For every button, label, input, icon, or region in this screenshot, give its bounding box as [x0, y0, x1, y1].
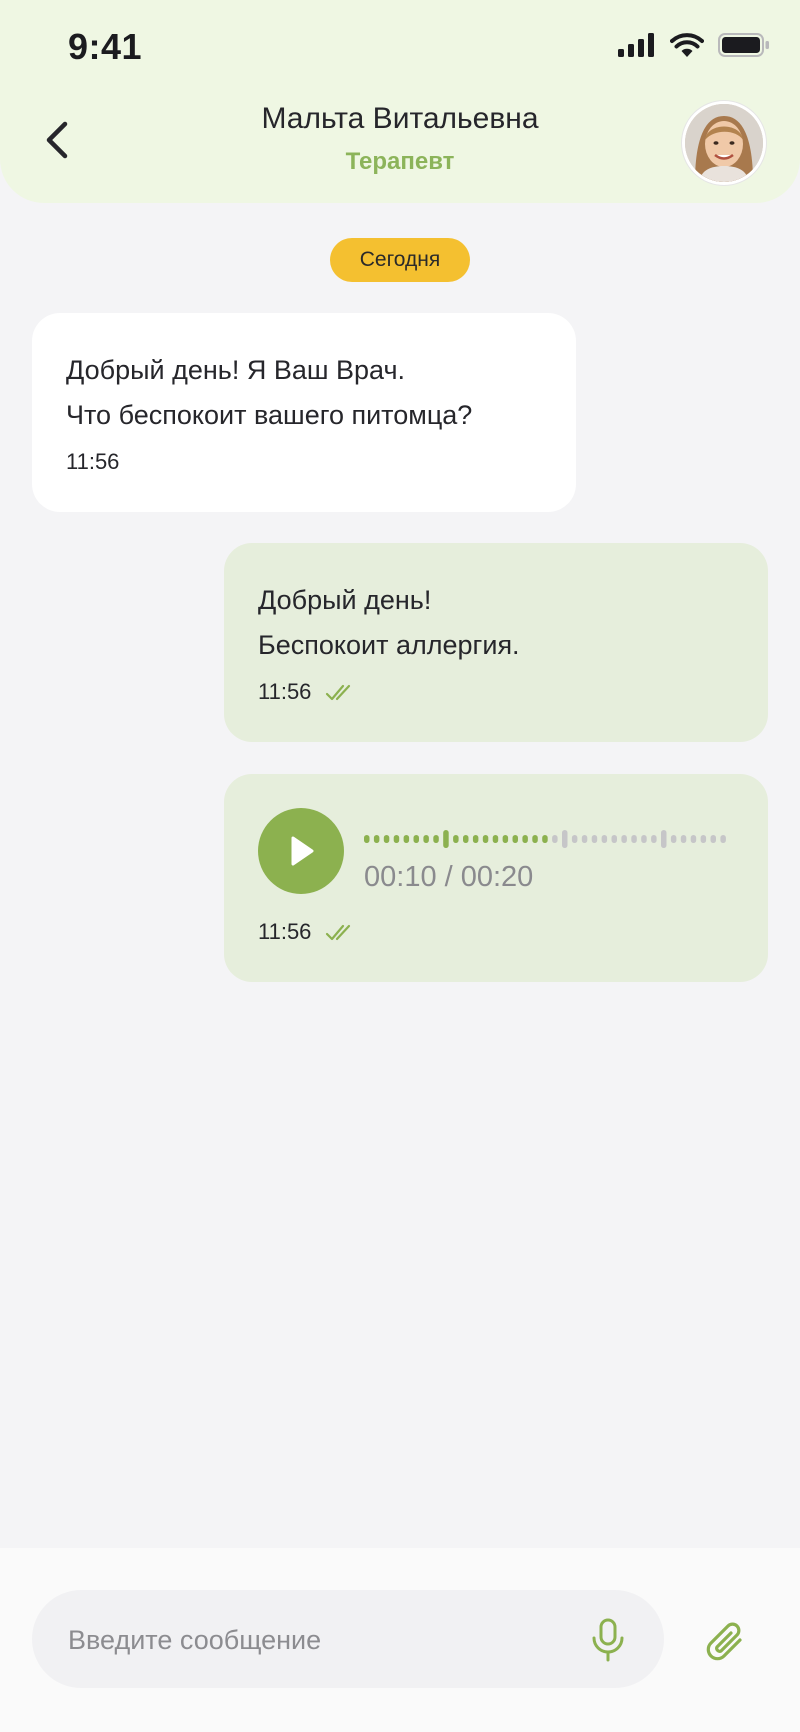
signal-icon	[618, 33, 654, 57]
waveform-bar	[383, 835, 390, 843]
message-time: 11:56	[258, 679, 312, 704]
waveform-bar	[581, 835, 588, 843]
waveform-bar	[651, 835, 657, 843]
incoming-message[interactable]: Добрый день! Я Ваш Врач. Что беспокоит в…	[32, 313, 576, 512]
message-text: Добрый день! Я Ваш Врач. Что беспокоит в…	[66, 348, 472, 438]
waveform-bar	[393, 835, 400, 843]
waveform-bar	[364, 835, 370, 843]
waveform-bar	[631, 835, 637, 843]
waveform-bar	[413, 835, 419, 843]
message-line: Что беспокоит вашего питомца?	[66, 400, 473, 430]
waveform-bar	[601, 835, 608, 843]
chat-header: 9:41 Мальта Витальевна Терапевт	[0, 0, 800, 203]
message-time: 11:56	[258, 919, 312, 944]
play-button[interactable]	[258, 808, 344, 894]
message-line: Добрый день!	[258, 585, 432, 615]
microphone-icon	[592, 1618, 624, 1662]
avatar-image	[685, 104, 763, 182]
waveform-bar	[690, 835, 697, 843]
waveform-bar	[562, 830, 568, 848]
message-time: 11:56	[66, 449, 120, 474]
message-meta: 11:56	[66, 449, 119, 475]
date-separator: Сегодня	[330, 238, 470, 282]
battery-icon	[718, 33, 769, 57]
waveform-bar	[492, 835, 499, 843]
contact-role: Терапевт	[345, 148, 455, 175]
voice-waveform[interactable]	[364, 826, 738, 852]
waveform-bar	[552, 835, 558, 843]
contact-name[interactable]: Мальта Витальевна	[0, 102, 800, 136]
message-input-container[interactable]	[32, 1590, 664, 1690]
waveform-bar	[502, 835, 509, 843]
waveform-bar	[720, 835, 726, 843]
message-meta: 11:56	[258, 679, 355, 705]
waveform-bar	[680, 835, 687, 843]
message-input[interactable]	[66, 1590, 570, 1690]
waveform-bar	[661, 830, 667, 848]
waveform-bar	[621, 835, 627, 843]
waveform-bar	[542, 835, 548, 843]
voice-playback-time: 00:10 / 00:20	[364, 861, 534, 893]
waveform-bar	[433, 835, 439, 843]
waveform-bar	[641, 835, 647, 843]
wifi-icon	[670, 33, 704, 57]
outgoing-voice-message[interactable]: 00:10 / 00:20 11:56	[224, 774, 768, 982]
waveform-bar	[373, 835, 380, 843]
status-icons	[618, 32, 770, 58]
waveform-bar	[463, 835, 469, 843]
message-composer	[0, 1548, 800, 1732]
doctor-avatar[interactable]	[682, 101, 766, 185]
message-line: Добрый день! Я Ваш Врач.	[66, 355, 406, 385]
double-check-icon	[326, 924, 351, 941]
waveform-bar	[482, 835, 489, 843]
attach-button[interactable]	[704, 1620, 750, 1666]
outgoing-message[interactable]: Добрый день! Беспокоит аллергия. 11:56	[224, 543, 768, 742]
paperclip-icon	[706, 1622, 742, 1661]
status-time: 9:41	[68, 26, 143, 67]
waveform-bar	[423, 835, 429, 843]
waveform-bar	[532, 835, 538, 843]
message-line: Беспокоит аллергия.	[258, 630, 520, 660]
play-icon	[291, 836, 314, 866]
waveform-bar	[670, 835, 677, 843]
waveform-bar	[472, 835, 479, 843]
double-check-icon	[326, 684, 351, 701]
waveform-bar	[522, 835, 528, 843]
waveform-bar	[571, 835, 578, 843]
waveform-bar	[710, 835, 716, 843]
waveform-bar	[591, 835, 598, 843]
message-meta: 11:56	[258, 919, 355, 945]
waveform-bar	[611, 835, 617, 843]
message-text: Добрый день! Беспокоит аллергия.	[258, 578, 520, 668]
waveform-bar	[403, 835, 410, 843]
waveform-bar	[453, 835, 459, 843]
microphone-button[interactable]	[586, 1616, 630, 1664]
waveform-bar	[443, 830, 449, 848]
waveform-bar	[700, 835, 707, 843]
waveform-bar	[512, 835, 518, 843]
